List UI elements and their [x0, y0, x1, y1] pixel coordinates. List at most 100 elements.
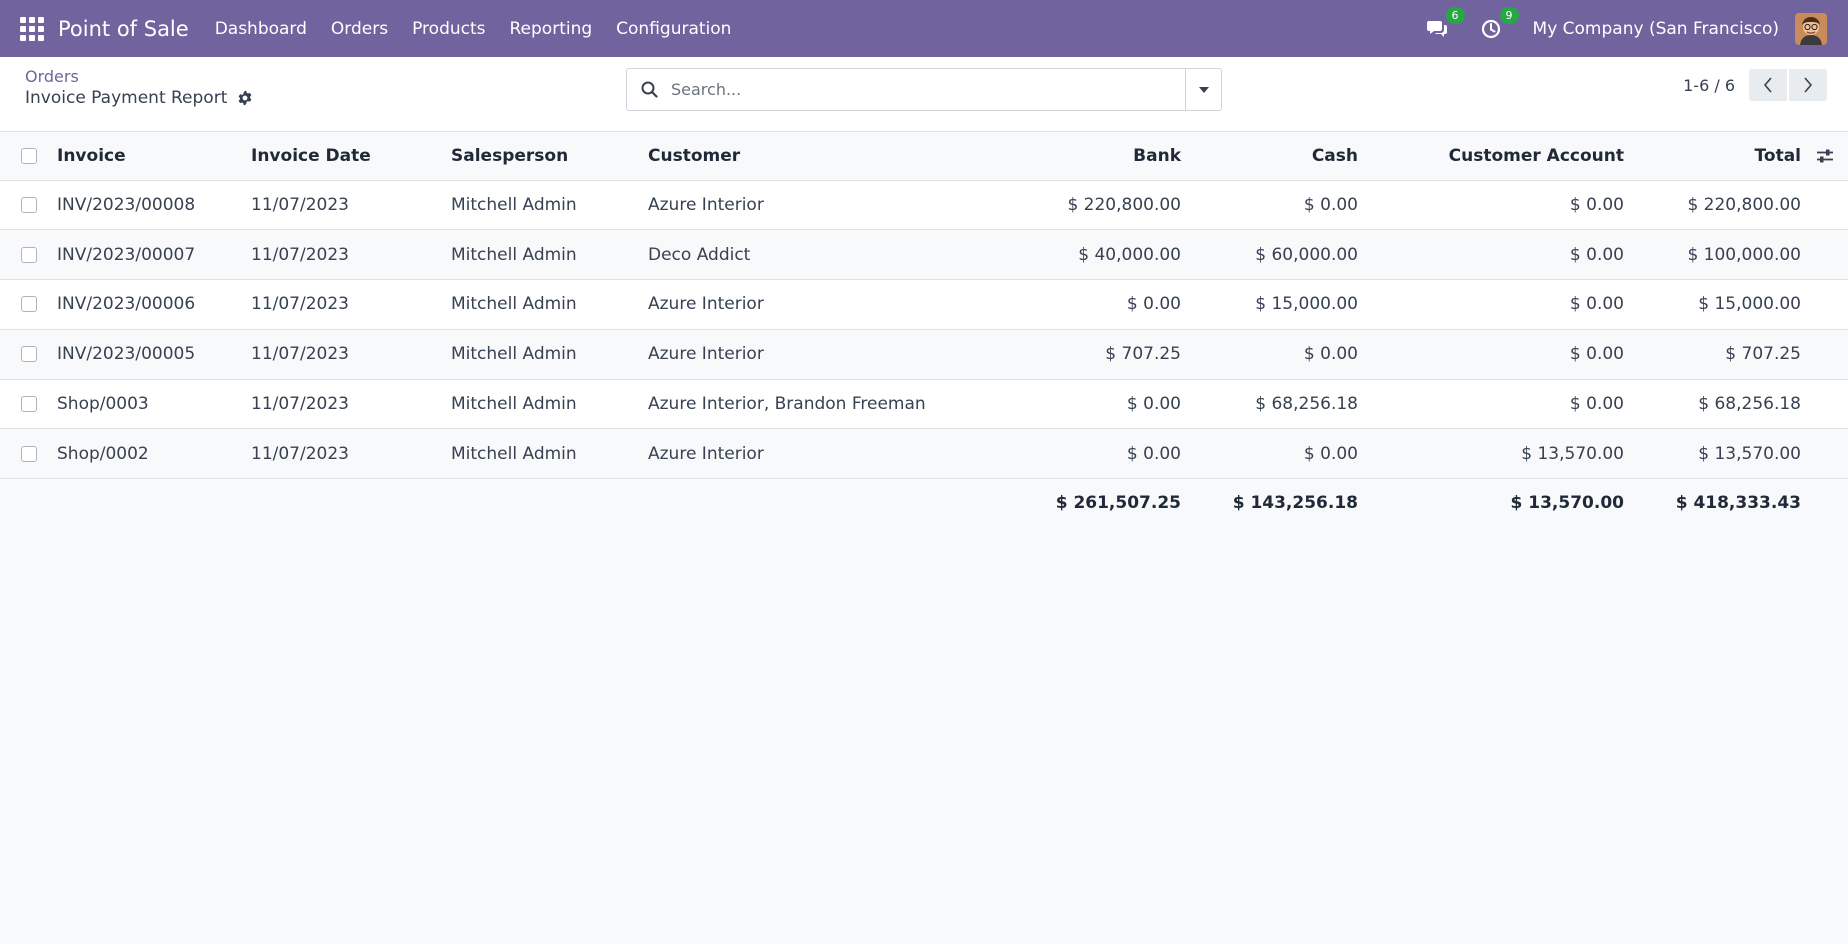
row-checkbox[interactable] [21, 445, 37, 462]
table-row[interactable]: INV/2023/00005 11/07/2023 Mitchell Admin… [0, 329, 1848, 380]
column-header-cash[interactable]: Cash [1181, 132, 1358, 181]
optional-columns-toggle[interactable] [1801, 148, 1848, 164]
activities-count-badge: 9 [1499, 6, 1519, 24]
menu-item-dashboard[interactable]: Dashboard [203, 19, 319, 39]
control-panel: Orders Invoice Payment Report 1-6 / 6 [0, 57, 1848, 132]
row-select-cell [0, 279, 57, 330]
table-row[interactable]: INV/2023/00008 11/07/2023 Mitchell Admin… [0, 180, 1848, 231]
menu-item-configuration[interactable]: Configuration [604, 19, 743, 39]
row-spacer [1801, 279, 1848, 330]
totals-spacer [0, 478, 940, 526]
table-row[interactable]: INV/2023/00007 11/07/2023 Mitchell Admin… [0, 229, 1848, 281]
cell-customer-account: $ 0.00 [1358, 329, 1624, 380]
table-header-row: Invoice Invoice Date Salesperson Custome… [0, 132, 1848, 181]
row-checkbox[interactable] [21, 296, 37, 313]
cell-total: $ 100,000.00 [1624, 229, 1801, 281]
cell-customer: Deco Addict [648, 229, 940, 281]
chat-icon [1426, 20, 1447, 37]
apps-menu-icon[interactable] [20, 16, 44, 41]
user-avatar[interactable] [1795, 12, 1827, 45]
column-header-salesperson[interactable]: Salesperson [451, 132, 648, 181]
cell-bank: $ 220,800.00 [940, 180, 1181, 231]
pager-previous-button[interactable] [1749, 69, 1787, 101]
cell-invoice-date: 11/07/2023 [251, 379, 451, 430]
cell-bank: $ 0.00 [940, 279, 1181, 330]
cell-customer-account: $ 0.00 [1358, 180, 1624, 231]
total-bank: $ 261,507.25 [940, 478, 1181, 526]
cell-customer-account: $ 13,570.00 [1358, 428, 1624, 480]
table-row[interactable]: INV/2023/00006 11/07/2023 Mitchell Admin… [0, 279, 1848, 330]
cell-customer-account: $ 0.00 [1358, 229, 1624, 281]
cell-bank: $ 0.00 [940, 379, 1181, 430]
cell-invoice-date: 11/07/2023 [251, 329, 451, 380]
page-title: Invoice Payment Report [25, 88, 228, 108]
cell-bank: $ 707.25 [940, 329, 1181, 380]
cell-total: $ 707.25 [1624, 329, 1801, 380]
column-header-customer-account[interactable]: Customer Account [1358, 132, 1624, 181]
cell-invoice: INV/2023/00005 [57, 329, 251, 380]
row-checkbox[interactable] [21, 396, 37, 413]
select-all-cell [0, 132, 57, 181]
column-header-total[interactable]: Total [1624, 132, 1801, 181]
column-header-customer[interactable]: Customer [648, 132, 940, 181]
row-checkbox[interactable] [21, 196, 37, 213]
activities-button[interactable]: 9 [1479, 6, 1519, 41]
total-grand: $ 418,333.43 [1624, 478, 1801, 526]
row-spacer [1801, 180, 1848, 231]
menu-item-products[interactable]: Products [400, 19, 497, 39]
chevron-left-icon [1763, 77, 1772, 93]
total-cash: $ 143,256.18 [1181, 478, 1358, 526]
pager-next-button[interactable] [1789, 69, 1827, 101]
gear-icon[interactable] [237, 90, 253, 106]
search-icon [627, 81, 671, 98]
cell-total: $ 220,800.00 [1624, 180, 1801, 231]
column-header-invoice[interactable]: Invoice [57, 132, 251, 181]
row-checkbox[interactable] [21, 346, 37, 363]
search-input[interactable] [671, 69, 1185, 110]
cell-salesperson: Mitchell Admin [451, 180, 648, 231]
column-header-bank[interactable]: Bank [940, 132, 1181, 181]
cell-total: $ 13,570.00 [1624, 428, 1801, 480]
cell-salesperson: Mitchell Admin [451, 329, 648, 380]
cell-customer-account: $ 0.00 [1358, 279, 1624, 330]
cell-cash: $ 0.00 [1181, 180, 1358, 231]
optional-columns-cell [1801, 132, 1848, 181]
cell-cash: $ 60,000.00 [1181, 229, 1358, 281]
totals-end-spacer [1801, 478, 1848, 526]
main-menu: Dashboard Orders Products Reporting Conf… [203, 19, 744, 39]
cell-invoice-date: 11/07/2023 [251, 229, 451, 281]
cell-salesperson: Mitchell Admin [451, 279, 648, 330]
cell-cash: $ 0.00 [1181, 329, 1358, 380]
row-select-cell [0, 229, 57, 281]
column-header-invoice-date[interactable]: Invoice Date [251, 132, 451, 181]
table-row[interactable]: Shop/0003 11/07/2023 Mitchell Admin Azur… [0, 379, 1848, 430]
cell-salesperson: Mitchell Admin [451, 379, 648, 430]
menu-item-orders[interactable]: Orders [319, 19, 400, 39]
cell-total: $ 15,000.00 [1624, 279, 1801, 330]
cell-salesperson: Mitchell Admin [451, 428, 648, 480]
breadcrumb-orders-link[interactable]: Orders [25, 67, 253, 86]
cell-total: $ 68,256.18 [1624, 379, 1801, 430]
cell-invoice: INV/2023/00008 [57, 180, 251, 231]
row-select-cell [0, 379, 57, 430]
table-row[interactable]: Shop/0002 11/07/2023 Mitchell Admin Azur… [0, 428, 1848, 480]
row-spacer [1801, 428, 1848, 480]
pager-value[interactable]: 1-6 / 6 [1683, 76, 1735, 95]
cell-customer: Azure Interior [648, 279, 940, 330]
cell-invoice: Shop/0003 [57, 379, 251, 430]
row-spacer [1801, 379, 1848, 430]
company-switcher[interactable]: My Company (San Francisco) [1533, 19, 1779, 39]
search-options-toggle[interactable] [1185, 69, 1221, 110]
row-checkbox[interactable] [21, 246, 37, 263]
cell-bank: $ 40,000.00 [940, 229, 1181, 281]
cell-customer-account: $ 0.00 [1358, 379, 1624, 430]
cell-invoice: INV/2023/00006 [57, 279, 251, 330]
search-bar [626, 68, 1222, 111]
menu-item-reporting[interactable]: Reporting [498, 19, 605, 39]
app-name[interactable]: Point of Sale [58, 17, 189, 41]
row-select-cell [0, 428, 57, 480]
select-all-checkbox[interactable] [21, 147, 37, 164]
messages-button[interactable]: 6 [1425, 6, 1465, 41]
caret-down-icon [1198, 86, 1209, 93]
clock-icon [1481, 19, 1500, 38]
